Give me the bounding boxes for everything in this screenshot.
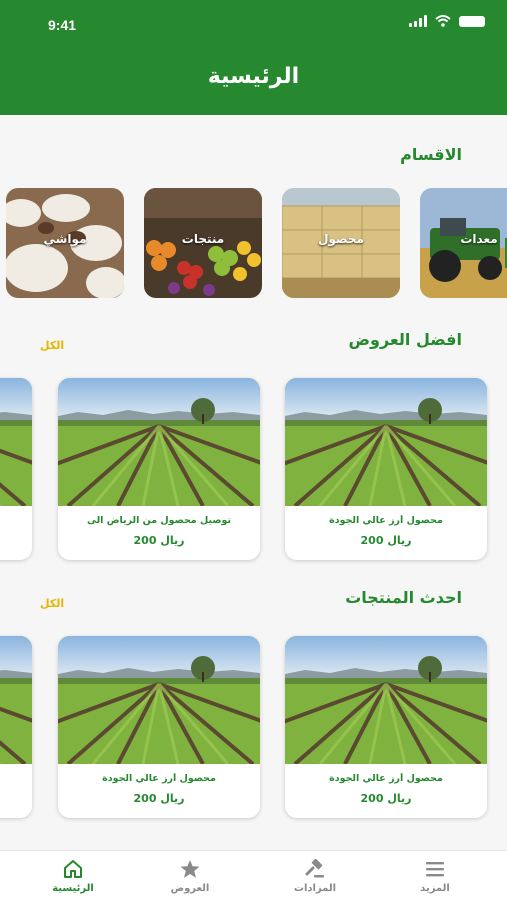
tab-home[interactable]: الرئيسية [28, 859, 118, 894]
star-icon [180, 860, 200, 878]
app-header: 9:41 الرئيسية [0, 0, 507, 115]
category-equipment[interactable]: معدات [420, 188, 507, 298]
offer-card-partial[interactable] [0, 378, 32, 560]
gavel-icon [305, 859, 324, 878]
product-card-price: ريال 200 [133, 792, 185, 805]
offer-card-price: ريال 200 [360, 534, 412, 547]
product-card[interactable]: محصول أرز عالي الجودة ريال 200 [58, 636, 260, 818]
offer-card-title: توصيل محصول من الرياض الى [86, 515, 232, 526]
tab-offers[interactable]: العروض [145, 859, 235, 894]
field-image [58, 636, 260, 764]
bottom-tab-bar: الرئيسية العروض المزادات المزيد [0, 850, 507, 900]
tab-label: العروض [170, 883, 210, 894]
offer-card-title: محصول أرز عالي الجودة [329, 515, 443, 526]
page-title: الرئيسية [207, 64, 300, 89]
latest-products-title: احدث المنتجات [345, 588, 462, 607]
status-time: 9:41 [48, 17, 77, 33]
latest-products-see-all-link[interactable]: الكل [40, 597, 64, 610]
product-card-title: محصول أرز عالي الجودة [102, 773, 216, 784]
category-livestock[interactable]: مواشي [6, 188, 124, 298]
battery-icon [459, 15, 485, 27]
category-products[interactable]: منتجات [144, 188, 262, 298]
category-crop[interactable]: محصول [282, 188, 400, 298]
tab-auctions[interactable]: المزادات [270, 859, 360, 894]
tab-label: المزادات [293, 883, 337, 894]
signal-icon [409, 15, 427, 27]
offer-card-price: ريال 200 [133, 534, 185, 547]
offer-card[interactable]: محصول أرز عالي الجودة ريال 200 [285, 378, 487, 560]
product-card[interactable]: محصول أرز عالي الجودة ريال 200 [285, 636, 487, 818]
wifi-icon [435, 15, 451, 27]
offer-card[interactable]: توصيل محصول من الرياض الى ريال 200 [58, 378, 260, 560]
home-content[interactable]: الاقسام معدات محصول منتجات مواشي افضل ال… [0, 115, 507, 850]
best-offers-see-all-link[interactable]: الكل [40, 339, 64, 352]
product-card-partial[interactable] [0, 636, 32, 818]
field-image [0, 378, 32, 506]
category-label: مواشي [43, 232, 87, 246]
tab-more[interactable]: المزيد [390, 859, 480, 894]
category-label: معدات [460, 232, 498, 246]
categories-title: الاقسام [400, 145, 462, 164]
product-card-title: محصول أرز عالي الجودة [329, 773, 443, 784]
status-icons [409, 15, 485, 27]
field-image [0, 636, 32, 764]
field-image [285, 378, 487, 506]
category-label: منتجات [181, 232, 225, 246]
home-icon [64, 860, 82, 878]
field-image [285, 636, 487, 764]
field-image [58, 378, 260, 506]
menu-icon [426, 862, 444, 877]
category-label: محصول [318, 232, 364, 246]
best-offers-title: افضل العروض [348, 330, 462, 349]
tab-label: المزيد [420, 883, 450, 894]
product-card-price: ريال 200 [360, 792, 412, 805]
tab-label: الرئيسية [52, 883, 94, 894]
